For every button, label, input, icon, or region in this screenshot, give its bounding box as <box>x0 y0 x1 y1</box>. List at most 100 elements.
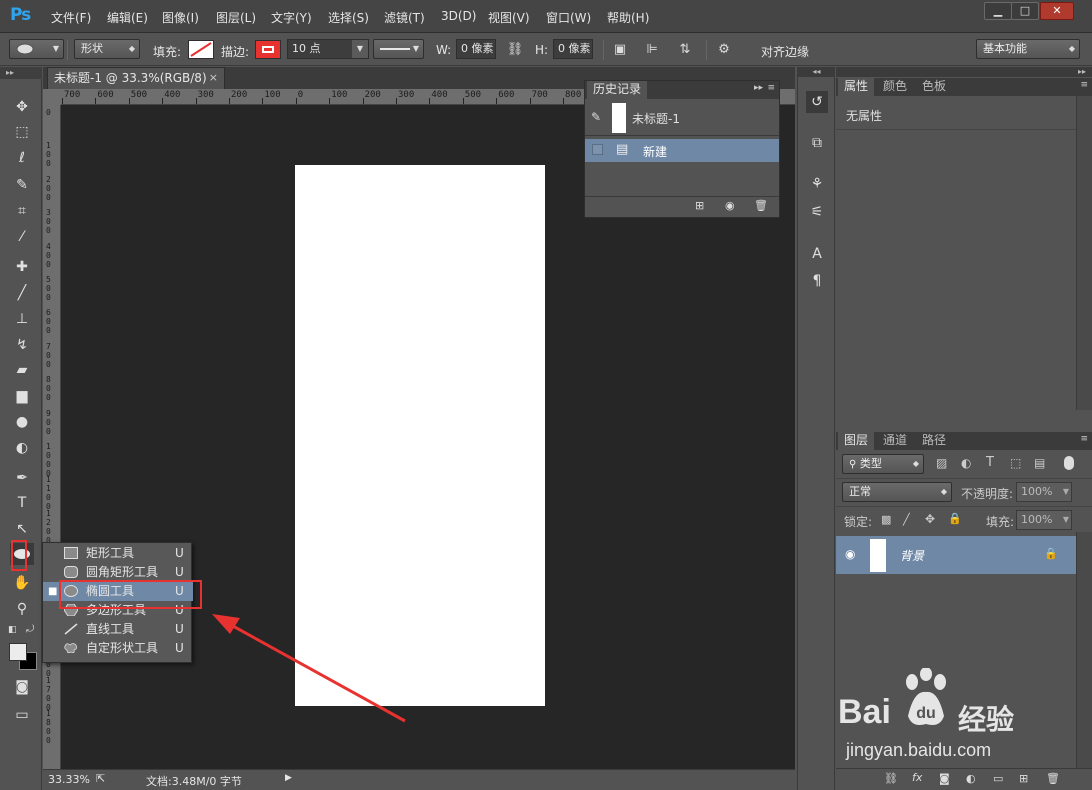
adjustment-layer-icon[interactable]: ◐ <box>966 772 976 785</box>
stroke-width-field[interactable]: 10 点 ▼ <box>287 39 369 59</box>
menu-layer[interactable]: 图层(L) <box>216 9 256 26</box>
tab-color[interactable]: 颜色 <box>877 78 913 96</box>
chevron-down-icon[interactable]: ▼ <box>352 40 368 58</box>
tab-layers[interactable]: 图层 <box>838 432 875 450</box>
lasso-tool-icon[interactable]: ℓ <box>10 147 34 169</box>
tool-preset-picker[interactable]: ▼ <box>9 39 64 59</box>
menu-file[interactable]: 文件(F) <box>51 9 91 26</box>
close-icon[interactable]: × <box>209 68 218 88</box>
type-filter-icon[interactable]: T <box>986 455 994 470</box>
brush-tool-icon[interactable]: ╱ <box>10 282 34 304</box>
menu-item-line-tool[interactable]: 直线工具 U <box>43 620 193 639</box>
blend-mode-select[interactable]: 正常 ◆ <box>842 482 952 502</box>
menu-item-custom-shape-tool[interactable]: 自定形状工具 U <box>43 639 193 658</box>
marquee-tool-icon[interactable]: ⬚ <box>10 121 34 143</box>
quick-mask-icon[interactable]: ◙ <box>10 676 34 698</box>
panel-menu-icon[interactable]: ≡ <box>1080 434 1088 444</box>
gradient-tool-icon[interactable]: ▆ <box>10 385 34 407</box>
menu-help[interactable]: 帮助(H) <box>607 9 649 26</box>
height-field[interactable]: 0 像素 <box>553 39 593 59</box>
healing-brush-tool-icon[interactable]: ✚ <box>10 256 34 278</box>
tab-history[interactable]: 历史记录 <box>587 81 648 99</box>
menu-select[interactable]: 选择(S) <box>328 9 369 26</box>
menu-edit[interactable]: 编辑(E) <box>107 9 148 26</box>
menu-window[interactable]: 窗口(W) <box>546 9 591 26</box>
camera-icon[interactable]: ◉ <box>725 199 735 212</box>
foreground-color-swatch[interactable] <box>9 643 27 661</box>
maximize-button[interactable]: □ <box>1011 2 1039 20</box>
tab-paths[interactable]: 路径 <box>916 432 952 450</box>
scrollbar[interactable] <box>1076 96 1092 410</box>
tab-swatches[interactable]: 色板 <box>916 78 952 96</box>
clone-source-icon[interactable]: ⧉ <box>806 132 828 154</box>
layer-name[interactable]: 背景 <box>900 547 924 564</box>
layer-filter-select[interactable]: ⚲ 类型 ◆ <box>842 454 924 474</box>
trash-icon[interactable]: 🗑 <box>1046 772 1060 785</box>
menu-filter[interactable]: 滤镜(T) <box>384 9 425 26</box>
fill-field[interactable]: 100% ▼ <box>1016 510 1072 530</box>
stroke-swatch[interactable] <box>255 40 281 59</box>
history-brush-icon[interactable]: ✎ <box>591 110 601 124</box>
lock-transparent-icon[interactable]: ▩ <box>881 513 891 526</box>
history-step[interactable]: ▤ 新建 <box>585 139 779 162</box>
panel-menu-icon[interactable]: ≡ <box>1080 80 1088 90</box>
expand-icon[interactable]: ▸▸ <box>836 67 1092 77</box>
folder-icon[interactable]: ▭ <box>993 772 1003 785</box>
new-document-icon[interactable]: ⊞ <box>695 199 704 212</box>
history-brush-tool-icon[interactable]: ↯ <box>10 334 34 356</box>
swap-colors-icon[interactable]: ⤾ <box>26 624 34 635</box>
opacity-field[interactable]: 100% ▼ <box>1016 482 1072 502</box>
workspace-select[interactable]: 基本功能 ◆ <box>976 39 1080 59</box>
gear-icon[interactable]: ⚙ <box>715 41 733 59</box>
quick-select-tool-icon[interactable]: ✎ <box>10 174 34 196</box>
tab-channels[interactable]: 通道 <box>877 432 913 450</box>
history-panel-icon[interactable]: ↺ <box>806 91 828 113</box>
type-tool-icon[interactable]: T <box>10 492 34 514</box>
shape-filter-icon[interactable]: ⬚ <box>1010 456 1021 470</box>
history-snapshot[interactable]: ✎ 未标题-1 <box>585 100 779 136</box>
add-mask-icon[interactable]: ◙ <box>939 772 950 785</box>
scrollbar[interactable] <box>1076 532 1092 768</box>
lock-position-icon[interactable]: ✥ <box>925 512 935 526</box>
lock-image-icon[interactable]: ╱ <box>903 513 910 526</box>
document-tab[interactable]: 未标题-1 @ 33.3%(RGB/8) × <box>47 67 225 89</box>
play-arrow-icon[interactable]: ▶ <box>285 773 292 783</box>
fill-swatch[interactable] <box>188 40 214 59</box>
screen-mode-icon[interactable]: ▭ <box>10 704 34 726</box>
width-field[interactable]: 0 像素 <box>456 39 496 59</box>
link-icon[interactable]: ⛓ <box>506 41 524 59</box>
menu-item-rectangle-tool[interactable]: 矩形工具 U <box>43 544 193 563</box>
paragraph-icon[interactable]: ¶ <box>806 270 828 292</box>
tab-properties[interactable]: 属性 <box>838 78 875 96</box>
link-layers-icon[interactable]: ⛓ <box>884 772 898 785</box>
default-colors-icon[interactable]: ◧ <box>8 625 17 635</box>
hand-tool-icon[interactable]: ✋ <box>10 572 34 594</box>
smart-object-filter-icon[interactable]: ▤ <box>1034 456 1045 470</box>
eyedropper-tool-icon[interactable]: ⁄ <box>10 226 34 248</box>
path-selection-tool-icon[interactable]: ↖ <box>10 518 34 540</box>
eraser-tool-icon[interactable]: ▰ <box>10 359 34 381</box>
new-layer-icon[interactable]: ⊞ <box>1019 772 1028 785</box>
crop-tool-icon[interactable]: ⌗ <box>10 200 34 222</box>
fx-icon[interactable]: fx <box>912 771 922 784</box>
menu-image[interactable]: 图像(I) <box>162 9 199 26</box>
panel-menu-icon[interactable]: ≡ <box>767 83 775 93</box>
path-arrangement-icon[interactable]: ⇅ <box>676 41 694 59</box>
pen-tool-icon[interactable]: ✒ <box>10 467 34 489</box>
export-icon[interactable]: ⇱ <box>96 772 105 785</box>
expand-icon[interactable]: ▸▸ <box>754 83 763 93</box>
blur-tool-icon[interactable]: ● <box>10 411 34 433</box>
panel-collapse-icon[interactable]: ▸▸ <box>0 67 42 79</box>
filter-toggle[interactable] <box>1064 456 1074 470</box>
adjustments-icon[interactable]: ⚟ <box>806 201 828 223</box>
zoom-level[interactable]: 33.33% <box>48 773 90 786</box>
brush-presets-icon[interactable]: ⚘ <box>806 173 828 195</box>
clone-stamp-tool-icon[interactable]: ⊥ <box>10 308 34 330</box>
pixel-filter-icon[interactable]: ▨ <box>936 456 947 470</box>
close-button[interactable]: ✕ <box>1040 2 1074 20</box>
path-alignment-icon[interactable]: ⊫ <box>643 41 661 59</box>
path-operations-icon[interactable]: ▣ <box>611 41 629 59</box>
history-checkbox[interactable] <box>592 144 603 155</box>
lock-all-icon[interactable]: 🔒 <box>948 512 962 525</box>
tool-mode-select[interactable]: 形状 ◆ <box>74 39 140 59</box>
